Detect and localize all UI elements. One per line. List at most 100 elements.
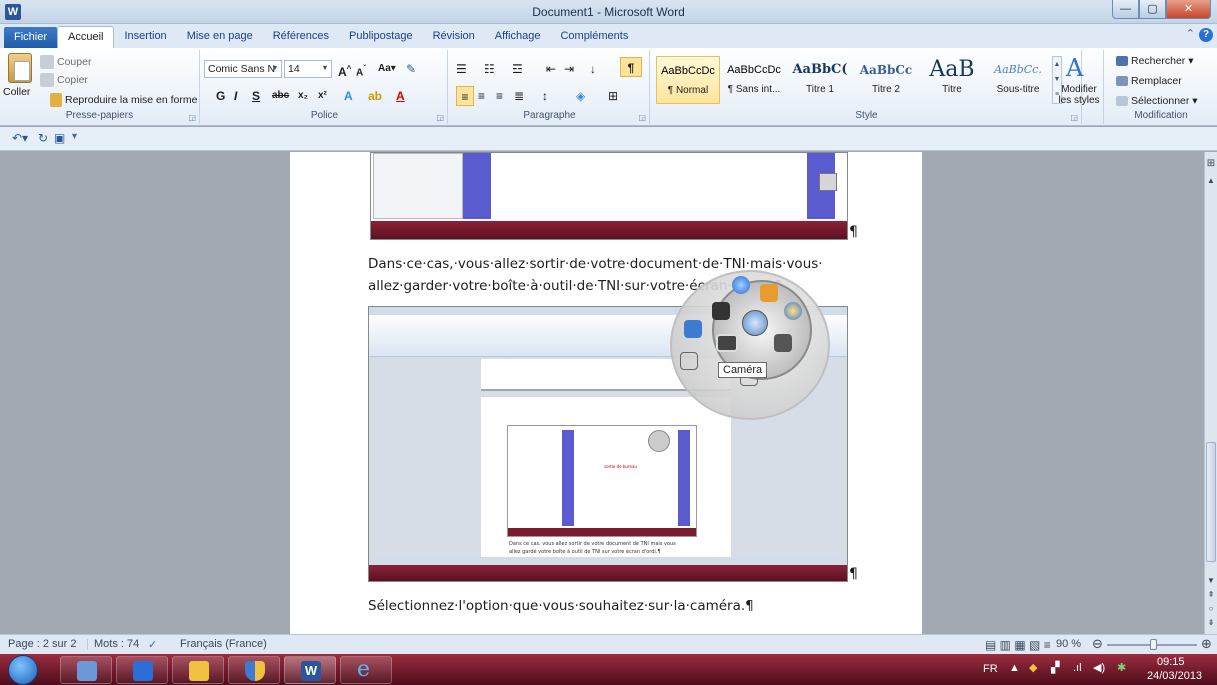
scroll-down-arrow[interactable]: ▼	[1206, 576, 1216, 585]
scroll-up-arrow[interactable]: ▲	[1206, 176, 1216, 185]
taskbar-app-2[interactable]	[116, 656, 168, 684]
style-title[interactable]: AaB Titre	[920, 56, 984, 104]
font-color-button[interactable]: A	[396, 86, 405, 106]
vertical-scrollbar[interactable]: ⊞ ▲ ▼ ⇞ ○ ⇟	[1204, 152, 1217, 634]
copy-button[interactable]: Copier	[40, 72, 88, 89]
justify-icon[interactable]: ≣	[514, 86, 524, 106]
paste-button[interactable]: Coller	[3, 84, 30, 101]
text-effects-button[interactable]: A	[344, 86, 353, 106]
underline-button[interactable]: S	[252, 86, 260, 106]
clock-date[interactable]: 24/03/2013	[1147, 670, 1202, 682]
language-tray[interactable]: FR	[983, 663, 998, 675]
network-icon[interactable]: ▞	[1051, 661, 1059, 674]
select-button[interactable]: Sélectionner ▾	[1116, 93, 1198, 110]
help-icon[interactable]: ?	[1199, 28, 1213, 42]
taskbar-security[interactable]	[228, 656, 280, 684]
strikethrough-button[interactable]: abc	[272, 86, 289, 106]
style-subtitle[interactable]: AaBbCc. Sous-titre	[986, 56, 1050, 104]
taskbar-word[interactable]: W	[284, 656, 336, 684]
shrink-font-button[interactable]: Aˇ	[356, 59, 366, 79]
taskbar-app-1[interactable]	[60, 656, 112, 684]
sort-icon[interactable]: ↓	[590, 59, 596, 79]
volume-icon[interactable]: ◀)	[1093, 661, 1105, 674]
bullets-icon[interactable]: ☰	[456, 59, 467, 79]
bold-button[interactable]: G	[216, 86, 225, 106]
shading-icon[interactable]: ◈	[576, 86, 585, 106]
dialog-launcher-icon[interactable]: ◲	[188, 113, 196, 122]
grow-font-button[interactable]: A^	[338, 59, 351, 79]
doc-paragraph-line-3[interactable]: Sélectionnez·l'option·que·vous·souhaitez…	[368, 598, 754, 614]
save-icon[interactable]: ▣	[54, 131, 65, 145]
style-normal[interactable]: AaBbCcDc ¶ Normal	[656, 56, 720, 104]
dialog-launcher-icon[interactable]: ◲	[638, 113, 646, 122]
zoom-in-icon[interactable]: ⊕	[1201, 636, 1212, 652]
tab-insertion[interactable]: Insertion	[114, 26, 176, 48]
taskbar-explorer[interactable]	[172, 656, 224, 684]
signal-icon[interactable]: .ıl	[1073, 662, 1082, 674]
borders-icon[interactable]: ⊞	[608, 86, 618, 106]
tab-affichage[interactable]: Affichage	[485, 26, 551, 48]
next-page-icon[interactable]: ⇟	[1206, 618, 1216, 627]
word-count[interactable]: Mots : 74	[94, 638, 139, 650]
change-case-button[interactable]: Aa▾	[378, 59, 396, 79]
show-marks-button[interactable]: ¶	[620, 57, 642, 77]
zoom-out-icon[interactable]: ⊖	[1092, 636, 1103, 652]
multilevel-list-icon[interactable]: ☲	[512, 59, 523, 79]
tab-mise-en-page[interactable]: Mise en page	[177, 26, 263, 48]
cut-button[interactable]: Couper	[40, 54, 91, 71]
tab-publipostage[interactable]: Publipostage	[339, 26, 423, 48]
superscript-button[interactable]: x²	[318, 86, 327, 106]
settings-icon[interactable]	[784, 302, 802, 320]
maximize-button[interactable]: ▢	[1139, 0, 1166, 19]
align-right-icon[interactable]: ≡	[496, 86, 503, 106]
clock-time[interactable]: 09:15	[1157, 656, 1185, 668]
undo-arrow-icon[interactable]	[680, 352, 698, 370]
find-button[interactable]: Rechercher ▾	[1116, 53, 1193, 70]
camera-icon[interactable]	[716, 334, 738, 352]
font-size-combo[interactable]: 14 ▼	[284, 60, 332, 78]
ruler-toggle-icon[interactable]: ⊞	[1206, 158, 1216, 169]
paste-icon[interactable]	[8, 53, 32, 83]
tab-references[interactable]: Références	[263, 26, 339, 48]
redo-icon[interactable]: ↻	[38, 131, 48, 145]
decrease-indent-icon[interactable]: ⇤	[546, 59, 556, 79]
screen-capture-icon[interactable]	[742, 310, 768, 336]
monitor-icon[interactable]	[684, 320, 702, 338]
highlight-icon[interactable]: ab	[368, 86, 382, 106]
language-indicator[interactable]: Français (France)	[180, 638, 267, 650]
tray-app-icon[interactable]: ◆	[1029, 661, 1037, 674]
scroll-thumb[interactable]	[1206, 442, 1216, 562]
change-styles-icon[interactable]: A	[1066, 54, 1083, 82]
undo-icon[interactable]: ↶▾	[12, 131, 28, 145]
change-styles-button[interactable]: Modifier les styles	[1056, 84, 1102, 106]
replace-button[interactable]: Remplacer	[1116, 73, 1182, 90]
tab-complements[interactable]: Compléments	[550, 26, 638, 48]
style-heading-2[interactable]: AaBbCc Titre 2	[854, 56, 918, 104]
taskbar-ie[interactable]: e	[340, 656, 392, 684]
font-name-combo[interactable]: Comic Sans N ▼	[204, 60, 282, 78]
previous-page-icon[interactable]: ⇞	[1206, 590, 1216, 599]
tab-fichier[interactable]: Fichier	[4, 27, 58, 48]
tni-radial-toolbox[interactable]	[650, 262, 830, 420]
minimize-button[interactable]: —	[1112, 0, 1139, 19]
line-spacing-icon[interactable]: ↕	[542, 86, 548, 106]
zoom-level[interactable]: 90 %	[1056, 638, 1081, 650]
start-button[interactable]	[8, 655, 38, 685]
numbering-icon[interactable]: ☷	[484, 59, 495, 79]
italic-button[interactable]: I	[234, 86, 237, 106]
clear-formatting-icon[interactable]: ✎	[406, 59, 416, 79]
video-camera-icon[interactable]	[774, 334, 792, 352]
pencil-icon[interactable]	[760, 284, 778, 302]
style-no-spacing[interactable]: AaBbCcDc ¶ Sans int...	[722, 56, 786, 104]
tab-accueil[interactable]: Accueil	[57, 26, 115, 48]
align-center-icon[interactable]: ≡	[478, 86, 485, 106]
subscript-button[interactable]: x₂	[298, 86, 308, 106]
align-left-icon[interactable]: ≡	[456, 86, 474, 106]
show-hidden-icons-icon[interactable]: ▲	[1009, 662, 1020, 674]
tab-revision[interactable]: Révision	[423, 26, 485, 48]
browse-object-icon[interactable]: ○	[1206, 604, 1216, 613]
customize-qat-icon[interactable]: ▾	[72, 131, 77, 142]
globe-icon[interactable]	[732, 276, 750, 294]
embedded-screenshot-top[interactable]	[370, 152, 848, 240]
minimize-ribbon-icon[interactable]: ⌃	[1186, 27, 1195, 40]
